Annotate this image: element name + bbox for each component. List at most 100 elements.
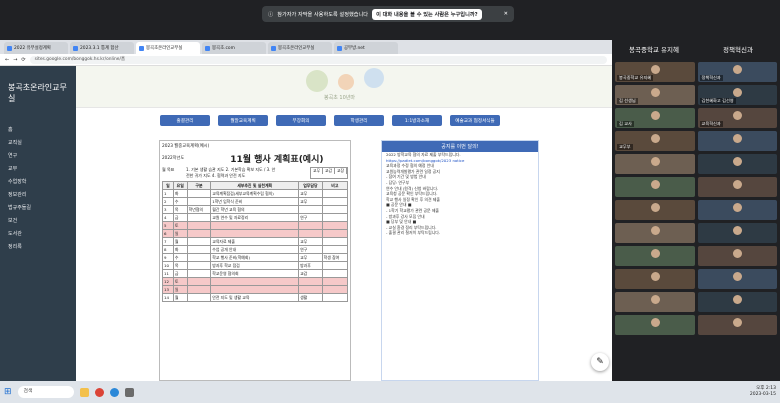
table-cell: 화 bbox=[172, 189, 188, 198]
url-input[interactable]: sites.google.com/bonggok.hs.kr/online/홈 bbox=[29, 55, 607, 64]
participant-tile[interactable] bbox=[615, 200, 695, 220]
nav-item[interactable]: 정리록 bbox=[8, 241, 68, 254]
participant-tile[interactable] bbox=[697, 177, 777, 197]
participant-tile[interactable]: 봉곡중학교 유지혜 bbox=[615, 62, 695, 82]
participant-tile[interactable] bbox=[697, 269, 777, 289]
doc-date-label: 2022학년도 bbox=[162, 155, 185, 160]
participant-tile[interactable] bbox=[615, 246, 695, 266]
browser-tab[interactable]: 공부방.net bbox=[334, 42, 398, 54]
table-cell bbox=[186, 293, 212, 302]
nav-item[interactable]: 정보관리 bbox=[8, 189, 68, 202]
participant-tile[interactable] bbox=[615, 269, 695, 289]
table-header: 비고 bbox=[321, 181, 349, 190]
participant-tile[interactable] bbox=[615, 223, 695, 243]
edge-icon[interactable] bbox=[109, 387, 119, 397]
table-cell: 4 bbox=[162, 213, 174, 222]
table-cell: 수 bbox=[172, 253, 188, 262]
avatar bbox=[733, 203, 743, 212]
participant-tile[interactable]: 정책혁신과 bbox=[697, 62, 777, 82]
participant-tile[interactable] bbox=[697, 131, 777, 151]
site-main: 봉곡초 10년마 출결관리 월말교육계획 부장회의 학생관리 1:1방과소재 예술교과 협… bbox=[76, 66, 612, 381]
windows-start-icon[interactable]: ⊞ bbox=[4, 387, 12, 397]
participant-tile[interactable]: 김 교사 bbox=[615, 108, 695, 128]
avatar bbox=[733, 180, 743, 189]
table-cell: 월 bbox=[172, 293, 188, 302]
table-cell bbox=[186, 237, 212, 246]
table-row: 1 화 교육계획점검(세부교육계획수립 협의) 교무 bbox=[162, 189, 349, 198]
participant-tile[interactable] bbox=[615, 292, 695, 312]
participant-tile[interactable]: 김천혜화고 김선영 bbox=[697, 85, 777, 105]
participant-tile[interactable] bbox=[697, 315, 777, 335]
participant-tile[interactable] bbox=[615, 154, 695, 174]
chrome-icon[interactable] bbox=[94, 387, 104, 397]
nav-item[interactable]: 교직실 bbox=[8, 137, 68, 150]
site-title[interactable]: 봉곡초온라인교무실 bbox=[8, 82, 68, 104]
participant-tile[interactable] bbox=[697, 246, 777, 266]
nav-item[interactable]: 교무 bbox=[8, 163, 68, 176]
quick-link-button[interactable]: 출결관리 bbox=[160, 115, 210, 126]
participant-tile[interactable] bbox=[697, 154, 777, 174]
avatar bbox=[650, 203, 660, 212]
table-cell: 5 bbox=[162, 221, 174, 230]
participant-tile[interactable] bbox=[615, 315, 695, 335]
participant-tile[interactable] bbox=[697, 200, 777, 220]
nav-item[interactable]: 홈 bbox=[8, 124, 68, 137]
participant-name: 정책혁신과 bbox=[699, 75, 723, 81]
forward-icon[interactable]: → bbox=[13, 57, 17, 63]
quick-link-button[interactable]: 학생관리 bbox=[334, 115, 384, 126]
table-row: 8 화 수업 공개 안내 연구 bbox=[162, 245, 349, 254]
avatar bbox=[650, 318, 660, 327]
nav-item[interactable]: 도서관 bbox=[8, 228, 68, 241]
table-cell: 연구 bbox=[298, 213, 323, 222]
participant-tile[interactable] bbox=[697, 292, 777, 312]
nav-item[interactable]: 보건 bbox=[8, 215, 68, 228]
table-cell: 13 bbox=[162, 285, 174, 294]
table-cell: 연구 bbox=[298, 245, 323, 254]
nav-item[interactable]: 법규주들길 bbox=[8, 202, 68, 215]
participant-tile[interactable] bbox=[615, 177, 695, 197]
reload-icon[interactable]: ⟳ bbox=[21, 57, 25, 63]
edit-button[interactable]: ✎ bbox=[591, 353, 609, 371]
browser-tab-label: 2022 유무설정계획 bbox=[14, 46, 51, 51]
table-cell bbox=[321, 261, 349, 270]
approval-cell: 교장 bbox=[335, 168, 347, 174]
quick-link-button[interactable]: 1:1방과소재 bbox=[392, 115, 442, 126]
table-cell: 토 bbox=[172, 221, 188, 230]
participant-tile[interactable] bbox=[697, 223, 777, 243]
participant-header: 봉곡중학교 유지혜 bbox=[629, 46, 679, 54]
participant-tile[interactable]: 교육혁신과 bbox=[697, 108, 777, 128]
favicon-icon bbox=[337, 45, 342, 51]
browser-tab[interactable]: 2023.3.1 통계 합산 bbox=[70, 42, 134, 54]
doc-title: 11월 행사 계획표(예시) bbox=[230, 154, 324, 165]
avatar bbox=[650, 111, 660, 120]
table-row: 13 일 bbox=[162, 285, 349, 294]
table-cell: 학교 행사 준비(학예회) bbox=[210, 253, 300, 262]
quick-link-button[interactable]: 부장회의 bbox=[276, 115, 326, 126]
quick-link-button[interactable]: 예술교과 협정서식들 bbox=[450, 115, 500, 126]
doc-top-label: 2023 월중교육계획(예시) bbox=[162, 144, 210, 149]
table-cell: 8 bbox=[162, 245, 174, 254]
back-icon[interactable]: ← bbox=[5, 57, 9, 63]
participant-tile[interactable]: 김 선생님 bbox=[615, 85, 695, 105]
table-cell bbox=[321, 205, 349, 214]
table-cell: 학생 참여 bbox=[321, 253, 349, 262]
browser-tab[interactable]: 봉곡초온라인교무실 bbox=[268, 42, 332, 54]
browser-tab[interactable]: 봉곡초.com bbox=[202, 42, 266, 54]
participant-tile[interactable]: 교무부 bbox=[615, 131, 695, 151]
taskbar-search[interactable]: 검색 bbox=[17, 386, 74, 398]
browser-tab[interactable]: 2022 유무설정계획 bbox=[4, 42, 68, 54]
table-cell bbox=[186, 269, 212, 278]
goal-text: 1. 기본 생활 습관 지도 2. 기본학습 확보 지도 / 3. 안전한 귀가… bbox=[186, 167, 276, 178]
browser-tab[interactable]: 봉곡초온라인교무실 bbox=[136, 42, 200, 54]
file-explorer-icon[interactable] bbox=[79, 387, 89, 397]
quick-link-button[interactable]: 월말교육계획 bbox=[218, 115, 268, 126]
store-icon[interactable] bbox=[124, 387, 134, 397]
clock-date: 2023-03-15 bbox=[749, 392, 776, 397]
close-icon[interactable]: ✕ bbox=[504, 11, 508, 17]
nav-item[interactable]: 수업장학 bbox=[8, 176, 68, 189]
notice-question-button[interactable]: 이 대화 내용을 볼 수 있는 사람은 누구입니까? bbox=[372, 8, 482, 20]
table-cell: 수업 공개 안내 bbox=[210, 245, 300, 254]
table-cell: 교무 bbox=[298, 197, 323, 206]
table-cell: 7 bbox=[162, 237, 174, 246]
nav-item[interactable]: 연구 bbox=[8, 150, 68, 163]
